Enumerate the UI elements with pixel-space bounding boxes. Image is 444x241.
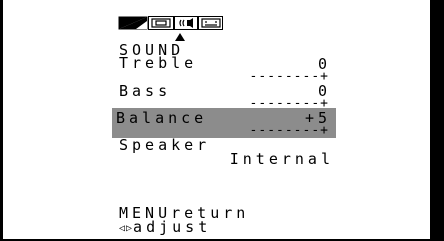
osd-screen: SOUND Treble 0 --------+ Bass 0 --------… — [3, 0, 430, 239]
active-tab-pointer-icon — [175, 33, 185, 41]
speaker-value: Internal — [229, 150, 334, 168]
picture-contrast-icon — [118, 16, 148, 30]
tab-sound[interactable] — [174, 16, 198, 30]
tab-screen[interactable] — [148, 16, 174, 30]
adjust-hint: ◁▷adjust — [119, 220, 211, 237]
screen-icon — [151, 18, 171, 28]
adjust-hint-text: adjust — [133, 218, 212, 236]
speaker-label[interactable]: Speaker — [119, 138, 210, 153]
balance-scale: --------+ — [249, 123, 329, 138]
tab-picture[interactable] — [118, 16, 148, 30]
osd-frame: SOUND Treble 0 --------+ Bass 0 --------… — [0, 0, 444, 241]
speaker-icon — [179, 18, 193, 28]
treble-label[interactable]: Treble — [119, 56, 197, 71]
setup-icon — [200, 18, 221, 28]
tab-setup[interactable] — [198, 16, 223, 30]
balance-label[interactable]: Balance — [116, 111, 207, 126]
menu-tabs — [118, 16, 223, 30]
left-right-arrows-icon: ◁▷ — [119, 223, 134, 234]
bass-label[interactable]: Bass — [119, 84, 171, 99]
